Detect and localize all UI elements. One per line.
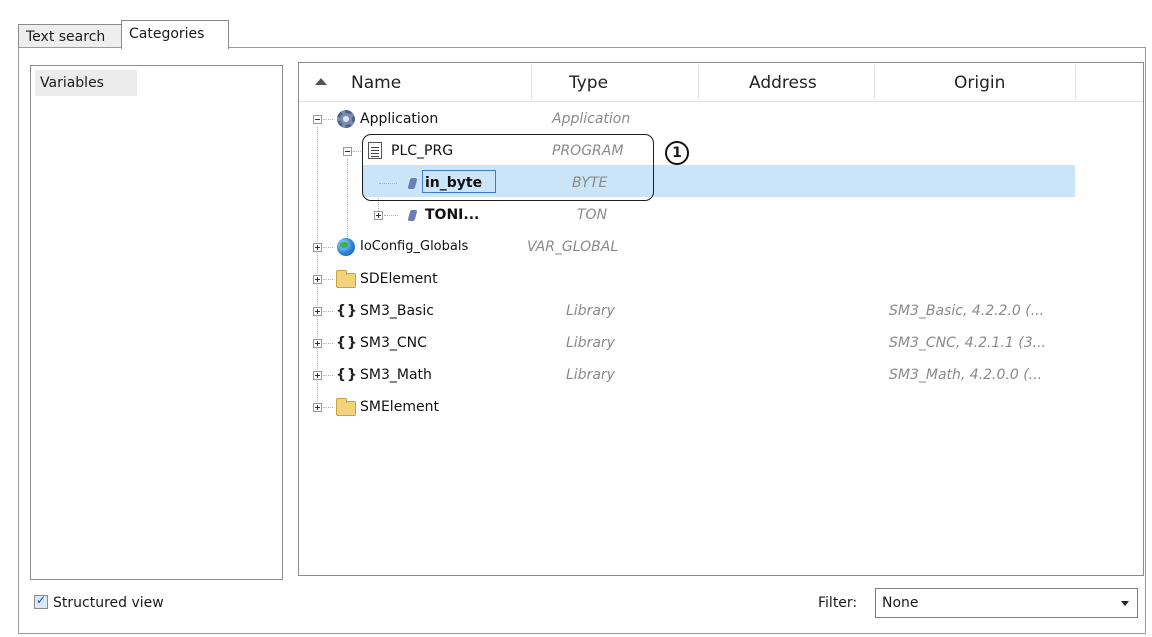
column-address[interactable]: Address	[749, 63, 817, 101]
row-name: SM3_Basic	[360, 303, 434, 319]
structured-view-label: Structured view	[53, 595, 164, 611]
row-type: Library	[566, 303, 615, 319]
column-origin[interactable]: Origin	[954, 63, 1005, 101]
folder-icon	[336, 398, 356, 416]
row-name: SM3_CNC	[360, 335, 427, 351]
dropdown-arrow-icon[interactable]	[1121, 601, 1129, 606]
row-type: VAR_GLOBAL	[527, 239, 619, 255]
tab-text-search[interactable]: Text search	[18, 24, 122, 48]
expand-icon[interactable]	[313, 339, 322, 348]
category-item-variables[interactable]: Variables	[35, 70, 137, 96]
row-name: SDElement	[360, 271, 438, 287]
tree-row[interactable]: {} SM3_Math Library SM3_Math, 4.2.0.0 (.…	[299, 359, 1143, 391]
tree-row[interactable]: SMElement	[299, 391, 1143, 423]
sort-ascending-icon	[315, 78, 327, 85]
collapse-icon[interactable]	[313, 115, 322, 124]
tree-row[interactable]: IoConfig_Globals VAR_GLOBAL	[299, 231, 1143, 263]
structured-view-checkbox[interactable]	[34, 593, 48, 609]
row-type: Library	[566, 335, 615, 351]
library-braces-icon: {}	[336, 367, 358, 383]
row-type: Library	[566, 367, 615, 383]
expand-icon[interactable]	[313, 243, 322, 252]
filter-label: Filter:	[818, 595, 858, 611]
expand-icon[interactable]	[313, 403, 322, 412]
row-origin: SM3_CNC, 4.2.1.1 (3...	[889, 335, 1046, 351]
row-name: SMElement	[360, 399, 439, 415]
annotation-callout-frame	[362, 134, 654, 201]
row-name: Application	[360, 111, 439, 127]
row-name: TONI...	[425, 207, 480, 223]
expand-icon[interactable]	[313, 307, 322, 316]
annotation-number-badge: 1	[665, 141, 689, 165]
row-type: TON	[577, 207, 608, 223]
variable-icon	[407, 210, 418, 221]
collapse-icon[interactable]	[343, 147, 352, 156]
tree-row[interactable]: Application Application	[299, 103, 1143, 135]
tree-header: Name Type Address Origin	[299, 63, 1143, 102]
folder-icon	[336, 270, 356, 288]
row-origin: SM3_Basic, 4.2.2.0 (...	[889, 303, 1045, 319]
tab-categories[interactable]: Categories	[121, 20, 229, 49]
tree-row[interactable]: SDElement	[299, 263, 1143, 295]
expand-icon[interactable]	[313, 275, 322, 284]
tree-row[interactable]: TONI... TON	[299, 199, 1143, 231]
category-list[interactable]: Variables	[30, 65, 283, 580]
library-braces-icon: {}	[336, 303, 358, 319]
expand-icon[interactable]	[374, 211, 383, 220]
application-gear-icon	[337, 110, 355, 128]
tree-row[interactable]: {} SM3_CNC Library SM3_CNC, 4.2.1.1 (3..…	[299, 327, 1143, 359]
row-type: Application	[552, 111, 631, 127]
filter-value: None	[882, 595, 919, 611]
variables-tree[interactable]: Name Type Address Origin Application App…	[298, 62, 1144, 576]
globe-icon	[337, 238, 355, 256]
expand-icon[interactable]	[313, 371, 322, 380]
tree-row[interactable]: {} SM3_Basic Library SM3_Basic, 4.2.2.0 …	[299, 295, 1143, 327]
filter-dropdown[interactable]: None	[875, 588, 1138, 618]
library-braces-icon: {}	[336, 335, 358, 351]
row-name: IoConfig_Globals	[360, 239, 469, 254]
column-type[interactable]: Type	[569, 63, 608, 101]
row-origin: SM3_Math, 4.2.0.0 (...	[889, 367, 1043, 383]
row-name: SM3_Math	[360, 367, 432, 383]
column-name[interactable]: Name	[351, 63, 401, 101]
